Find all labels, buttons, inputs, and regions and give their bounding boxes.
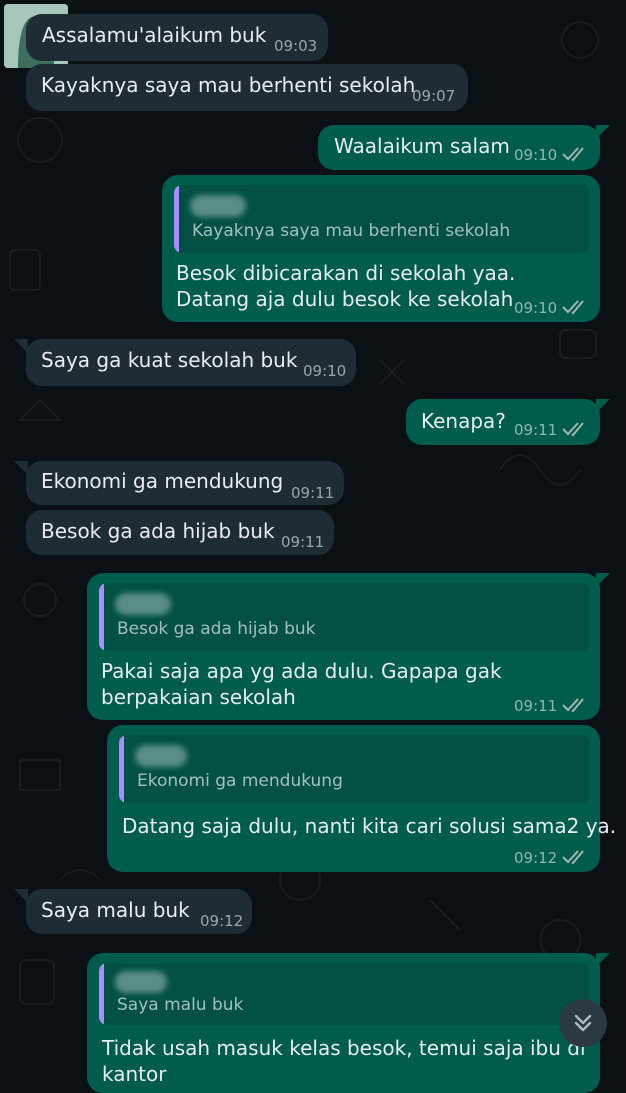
message-time: 09:07 <box>412 87 456 105</box>
bubble-tail <box>596 125 610 139</box>
message-text: Ekonomi ga mendukung <box>41 469 284 493</box>
quoted-text: Kayaknya saya mau berhenti sekolah <box>192 221 511 241</box>
double-check-icon <box>562 422 584 437</box>
message-outgoing[interactable]: Kenapa? 09:11 <box>406 399 600 445</box>
quoted-text: Besok ga ada hijab buk <box>117 619 316 639</box>
message-outgoing-reply[interactable]: Kayaknya saya mau berhenti sekolah Besok… <box>162 175 600 322</box>
bubble-tail <box>14 461 28 475</box>
message-line-1: Tidak usah masuk kelas besok, temui saja… <box>102 1036 586 1060</box>
scroll-to-bottom-button[interactable] <box>559 999 607 1047</box>
message-time: 09:11 <box>281 533 325 551</box>
quoted-message[interactable]: Ekonomi ga mendukung <box>119 735 590 803</box>
quoted-message[interactable]: Kayaknya saya mau berhenti sekolah <box>174 185 590 253</box>
bubble-tail <box>596 573 610 587</box>
quoted-sender-redacted <box>115 971 167 993</box>
bubble-tail <box>14 339 28 353</box>
message-time: 09:10 <box>514 299 558 317</box>
message-time: 09:12 <box>200 912 244 930</box>
message-text: Assalamu'alaikum buk <box>42 23 267 47</box>
message-text: Saya malu buk <box>41 898 190 922</box>
message-incoming[interactable]: Saya malu buk 09:12 <box>26 889 252 934</box>
quote-accent-bar <box>174 185 179 253</box>
message-text: Waalaikum salam <box>334 134 510 158</box>
message-line-2: berpakaian sekolah <box>101 685 296 709</box>
message-line-2: Datang aja dulu besok ke sekolah <box>176 287 514 311</box>
message-outgoing-reply[interactable]: Besok ga ada hijab buk Pakai saja apa yg… <box>87 573 600 720</box>
message-incoming[interactable]: Ekonomi ga mendukung 09:11 <box>26 461 344 505</box>
message-outgoing-reply[interactable]: Ekonomi ga mendukung Datang saja dulu, n… <box>107 725 616 872</box>
quote-accent-bar <box>119 735 124 803</box>
double-check-icon <box>562 300 584 315</box>
message-time: 09:10 <box>303 362 347 380</box>
quoted-message[interactable]: Besok ga ada hijab buk <box>99 583 590 651</box>
message-text: Kenapa? <box>421 409 506 433</box>
double-check-icon <box>562 147 584 162</box>
quoted-text: Saya malu buk <box>117 995 244 1015</box>
quoted-sender-redacted <box>135 745 187 767</box>
message-outgoing[interactable]: Waalaikum salam 09:10 <box>318 125 600 170</box>
message-outgoing-reply[interactable]: Saya malu buk Tidak usah masuk kelas bes… <box>87 953 600 1093</box>
message-text: Kayaknya saya mau berhenti sekolah <box>41 73 416 97</box>
message-time: 09:11 <box>514 697 558 715</box>
double-check-icon <box>562 850 584 865</box>
message-time: 09:12 <box>514 849 558 867</box>
message-line-1: Datang saja dulu, nanti kita cari solusi… <box>122 814 617 838</box>
quoted-sender-redacted <box>190 195 246 217</box>
double-check-icon <box>562 698 584 713</box>
message-line-2: kantor <box>102 1062 167 1086</box>
message-incoming[interactable]: Saya ga kuat sekolah buk 09:10 <box>26 339 356 386</box>
message-incoming[interactable]: Besok ga ada hijab buk 09:11 <box>26 510 334 555</box>
bubble-tail <box>596 399 610 413</box>
message-time: 09:03 <box>274 37 318 55</box>
quoted-text: Ekonomi ga mendukung <box>137 771 343 791</box>
message-time: 09:10 <box>514 146 558 164</box>
message-line-1: Besok dibicarakan di sekolah yaa. <box>176 261 516 285</box>
quoted-sender-redacted <box>115 593 171 615</box>
quote-accent-bar <box>99 963 104 1025</box>
quoted-message[interactable]: Saya malu buk <box>99 963 590 1025</box>
quote-accent-bar <box>99 583 104 651</box>
message-time: 09:11 <box>291 484 335 502</box>
message-text: Saya ga kuat sekolah buk <box>41 348 298 372</box>
bubble-tail <box>596 953 610 967</box>
message-time: 09:11 <box>514 421 558 439</box>
bubble-tail <box>14 889 28 903</box>
double-chevron-down-icon <box>574 1014 592 1032</box>
message-incoming[interactable]: Assalamu'alaikum buk 09:03 <box>26 14 328 61</box>
message-incoming[interactable]: Kayaknya saya mau berhenti sekolah 09:07 <box>26 64 468 111</box>
message-line-1: Pakai saja apa yg ada dulu. Gapapa gak <box>101 659 502 683</box>
message-text: Besok ga ada hijab buk <box>41 519 275 543</box>
